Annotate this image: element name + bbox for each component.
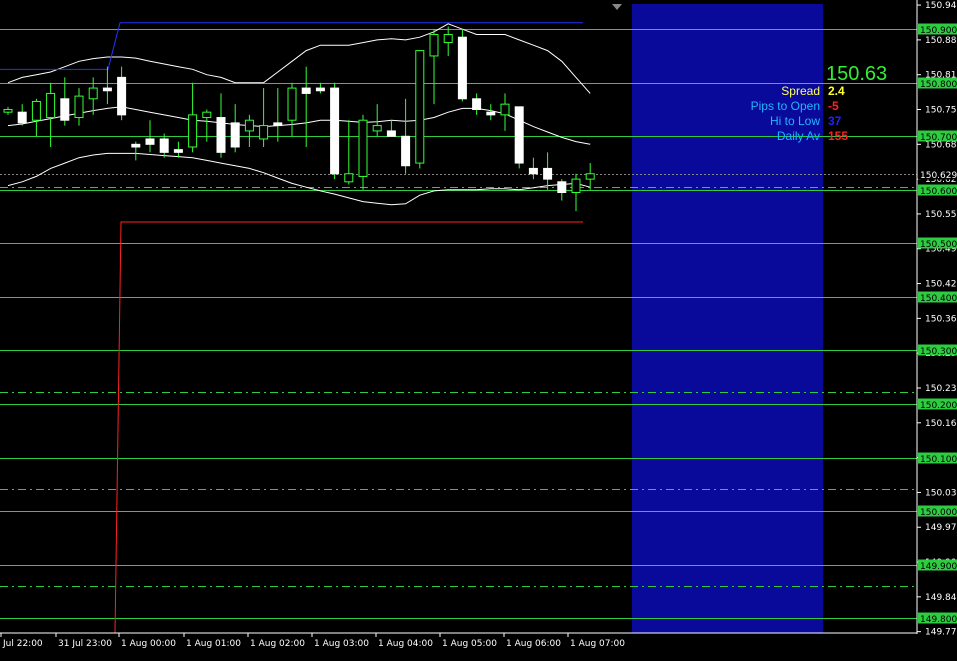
price-tick-label: 150.165	[925, 419, 957, 429]
candle-body-bear	[216, 117, 226, 153]
level-tag-label: 150.200	[920, 401, 957, 411]
candle-body-bear	[102, 87, 112, 92]
candle-body-bull	[415, 50, 425, 164]
price-tick-label: 150.555	[925, 210, 957, 220]
candle-body-bull	[244, 119, 254, 132]
info-value-hi-to-low: 37	[828, 114, 842, 128]
time-tick-label: 1 Aug 00:00	[121, 639, 176, 649]
candle-body-bear	[543, 167, 553, 180]
candle-body-bear	[230, 122, 240, 148]
price-tick-label: 149.840	[925, 593, 957, 603]
candle-body-bear	[301, 87, 311, 94]
candle-body-bull	[358, 119, 368, 177]
candle	[330, 82, 340, 180]
time-tick-label: 1 Aug 07:00	[570, 639, 625, 649]
price-tick-label: 150.360	[925, 314, 957, 324]
price-tick-label: 149.775	[925, 628, 957, 638]
candle-body-bull	[46, 92, 56, 119]
candle	[415, 50, 425, 169]
candle-body-bear	[557, 181, 567, 194]
level-tag-label: 149.900	[920, 562, 957, 572]
time-tick-label: Jul 22:00	[2, 639, 43, 649]
info-value-daily-av: 155	[828, 129, 849, 143]
info-label-daily-av: Daily Av	[776, 129, 820, 143]
info-value-pips-to-open: -5	[828, 99, 839, 113]
candle-body-bull	[88, 87, 98, 100]
level-tag-label: 150.900	[920, 26, 957, 36]
info-row-daily-av: Daily Av 155	[777, 129, 858, 143]
candle-body-bull	[3, 109, 13, 113]
time-tick-label: 1 Aug 06:00	[506, 639, 561, 649]
candle-body-bear	[528, 167, 538, 175]
info-row-pips-to-open: Pips to Open -5	[751, 99, 858, 113]
candle-body-bear	[60, 98, 70, 121]
price-tick-label: 150.425	[925, 280, 957, 290]
price-tick-label: 150.945	[925, 1, 957, 11]
candle-body-bull	[259, 125, 269, 140]
time-tick-label: 1 Aug 01:00	[186, 639, 241, 649]
candle-body-bear	[159, 138, 169, 153]
bid-price-display: 150.63	[826, 63, 888, 85]
level-tag-label: 150.100	[920, 455, 957, 465]
level-tag-label: 150.600	[920, 187, 957, 197]
time-tick-label: 1 Aug 02:00	[250, 639, 305, 649]
candle-body-bear	[117, 76, 127, 116]
candle-body-bull	[31, 100, 41, 121]
candle-body-bull	[287, 87, 297, 121]
candle-body-bear	[173, 149, 183, 153]
info-row-hi-to-low: Hi to Low 37	[770, 114, 858, 128]
candle-body-bear	[273, 122, 283, 127]
price-tick-label: 150.880	[925, 36, 957, 46]
candle-body-bull	[585, 173, 595, 180]
candle-body-bull	[74, 95, 84, 119]
candle-body-bear	[315, 87, 325, 92]
candle-body-bull	[429, 34, 439, 57]
info-label-pips-to-open: Pips to Open	[750, 99, 820, 113]
level-tag-label: 150.500	[920, 240, 957, 250]
candle-body-bear	[330, 87, 340, 175]
candle-body-bear	[457, 36, 467, 100]
level-tag-label: 150.700	[920, 133, 957, 143]
candle-body-bear	[514, 106, 524, 164]
info-label-hi-to-low: Hi to Low	[769, 114, 820, 128]
info-value-spread: 2.4	[828, 84, 845, 98]
level-tag-label: 150.300	[920, 347, 957, 357]
time-tick-label: 1 Aug 03:00	[314, 639, 369, 649]
candle-body-bear	[17, 111, 27, 124]
candle-body-bull	[188, 114, 198, 148]
candle-body-bull	[443, 34, 453, 44]
level-tag-label: 150.400	[920, 294, 957, 304]
time-tick-label: 31 Jul 23:00	[58, 639, 112, 649]
candle-body-bear	[472, 98, 482, 111]
candle-body-bull	[202, 111, 212, 119]
candle	[457, 29, 467, 102]
candle	[514, 106, 524, 169]
level-tag-label: 150.800	[920, 80, 957, 90]
candle-body-bull	[500, 103, 510, 116]
candle-body-bear	[131, 143, 141, 148]
candle-body-bear	[145, 138, 155, 145]
candle-body-bull	[344, 173, 354, 183]
time-tick-label: 1 Aug 05:00	[442, 639, 497, 649]
level-tag-label: 150.000	[920, 508, 957, 518]
chart-window[interactable]: 150.945150.880150.815150.750150.685150.6…	[0, 0, 957, 656]
candle-body-bull	[571, 178, 581, 194]
price-tick-label: 150.750	[925, 106, 957, 116]
time-tick-label: 1 Aug 04:00	[378, 639, 433, 649]
price-tick-label: 150.230	[925, 384, 957, 394]
current-price-tag-label: 150.629	[920, 171, 957, 181]
info-label-spread: Spread	[781, 84, 820, 98]
candle-body-bear	[401, 135, 411, 167]
info-row-spread: Spread 2.4	[781, 84, 858, 98]
price-tick-label: 149.970	[925, 523, 957, 533]
candle-body-bear	[486, 111, 496, 116]
price-tick-label: 150.035	[925, 488, 957, 498]
level-tag-label: 149.800	[920, 615, 957, 625]
candle-body-bull	[372, 125, 382, 132]
candle-body-bear	[386, 130, 396, 137]
